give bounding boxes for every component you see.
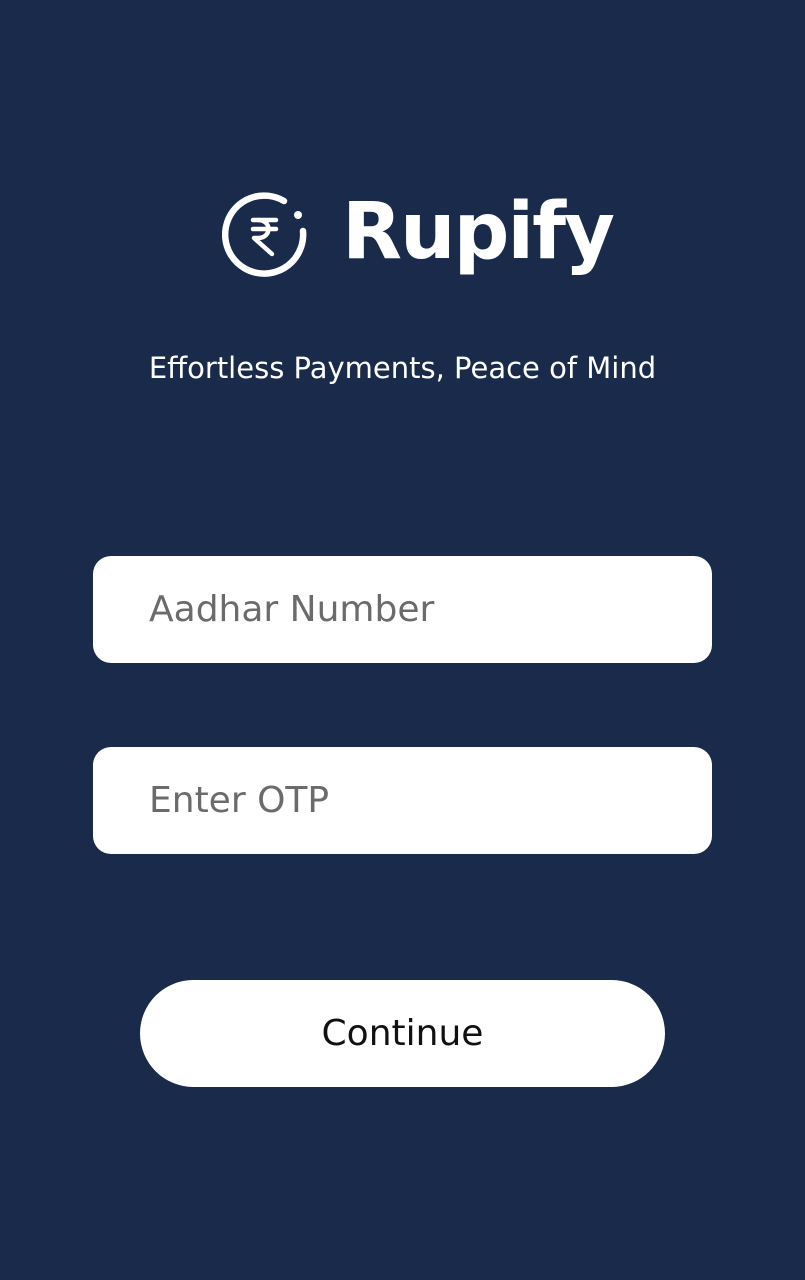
tagline: Effortless Payments, Peace of Mind — [148, 351, 657, 385]
aadhar-number-input[interactable] — [93, 556, 712, 663]
continue-button[interactable]: Continue — [140, 980, 665, 1087]
brand-name: Rupify — [342, 187, 615, 277]
login-screen: Rupify Effortless Payments, Peace of Min… — [0, 0, 805, 1280]
otp-input[interactable] — [93, 747, 712, 854]
brand-logo: Rupify — [222, 185, 615, 285]
rupee-circle-icon — [222, 192, 307, 277]
